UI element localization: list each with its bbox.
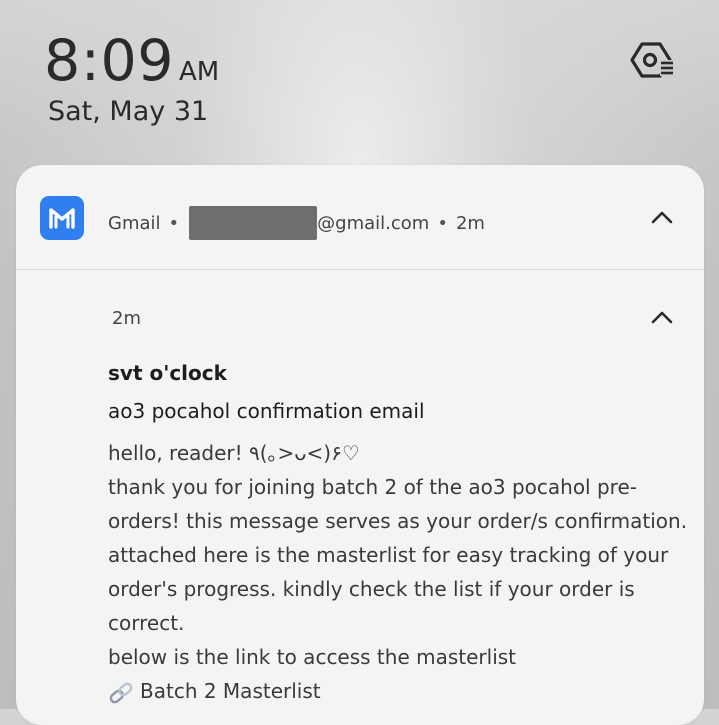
gmail-m-icon <box>40 196 84 240</box>
message-time: 2m <box>112 308 141 329</box>
link-icon <box>108 680 134 704</box>
message-body-line: orders! this message serves as your orde… <box>108 509 688 533</box>
masterlist-link[interactable]: Batch 2 Masterlist <box>108 674 678 708</box>
separator-dot: • <box>437 212 448 234</box>
clock-ampm: AM <box>179 57 220 87</box>
settings-gear-icon[interactable] <box>630 40 676 80</box>
notification-card[interactable]: Gmail • @gmail.com • 2m 2m svt o'clock a… <box>16 165 704 725</box>
message-body-line: below is the link to access the masterli… <box>108 645 517 669</box>
notification-header[interactable]: Gmail • @gmail.com • 2m <box>16 165 704 269</box>
account-suffix: @gmail.com <box>317 212 430 234</box>
message-subject: ao3 pocahol confirmation email <box>108 399 425 423</box>
message-sender: svt o'clock <box>108 361 227 385</box>
app-name: Gmail <box>108 212 161 234</box>
chevron-up-icon[interactable] <box>650 205 674 229</box>
separator-dot: • <box>168 212 180 234</box>
message-body-line: order's progress. kindly check the list … <box>108 577 635 601</box>
notification-age: 2m <box>455 212 485 234</box>
chevron-up-icon[interactable] <box>650 305 674 329</box>
notification-header-line: Gmail • @gmail.com • 2m <box>108 206 485 240</box>
message-body-line: attached here is the masterlist for easy… <box>108 543 669 567</box>
message-body-line: thank you for joining batch 2 of the ao3… <box>108 475 637 499</box>
message-body-line: hello, reader! ٩(｡>ᴗ<)۶♡ <box>108 441 360 465</box>
redacted-account <box>189 206 318 240</box>
lockscreen-clock: 8:09 AM <box>44 28 219 94</box>
masterlist-link-text[interactable]: Batch 2 Masterlist <box>140 674 321 708</box>
clock-time: 8:09 <box>44 28 174 94</box>
message-body[interactable]: hello, reader! ٩(｡>ᴗ<)۶♡ thank you for j… <box>108 436 688 708</box>
header-divider <box>16 269 704 270</box>
lockscreen-date: Sat, May 31 <box>48 96 209 127</box>
message-body-line: correct. <box>108 611 185 635</box>
